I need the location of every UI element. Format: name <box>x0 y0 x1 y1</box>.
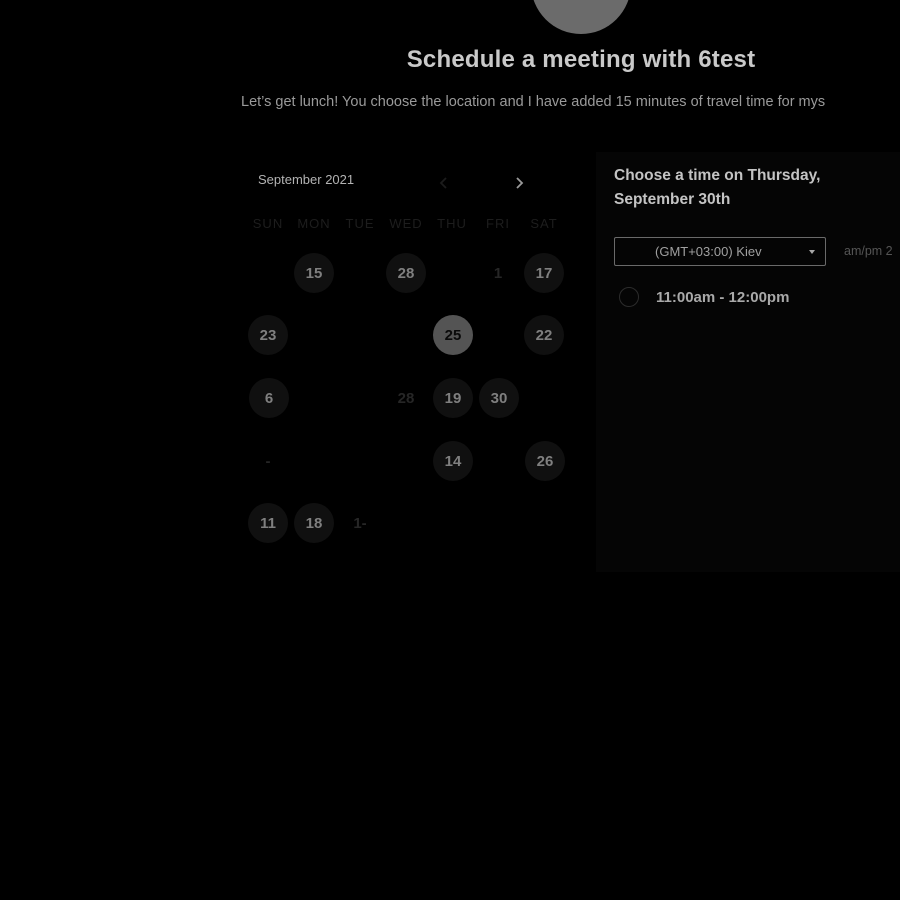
calendar-day[interactable]: 26 <box>525 441 565 481</box>
calendar-day[interactable]: 22 <box>524 315 564 355</box>
calendar-day[interactable]: 15 <box>294 253 334 293</box>
weekday-sun: SUN <box>252 216 284 231</box>
calendar-day: 28 <box>397 389 415 407</box>
weekday-tue: TUE <box>345 216 375 231</box>
calendar-day[interactable]: 19 <box>433 378 473 418</box>
calendar-day[interactable]: 6 <box>249 378 289 418</box>
timezone-value: (GMT+03:00) Kiev <box>655 244 762 259</box>
time-slot-radio[interactable] <box>619 287 639 307</box>
host-avatar <box>531 0 631 34</box>
time-slot-label[interactable]: 11:00am - 12:00pm <box>656 289 789 306</box>
meeting-description: Let’s get lunch! You choose the location… <box>241 94 826 110</box>
timezone-select[interactable]: (GMT+03:00) Kiev <box>614 237 826 266</box>
calendar-day[interactable]: 23 <box>248 315 288 355</box>
calendar-day-selected[interactable]: 25 <box>433 315 473 355</box>
calendar-month-label: September 2021 <box>258 172 355 187</box>
weekday-thu: THU <box>437 216 467 231</box>
chevron-right-icon[interactable] <box>511 175 527 191</box>
time-slots-panel <box>596 152 900 572</box>
calendar-day[interactable]: 18 <box>294 503 334 543</box>
weekday-wed: WED <box>389 216 423 231</box>
calendar-day[interactable]: 30 <box>479 378 519 418</box>
calendar-day[interactable]: 28 <box>386 253 426 293</box>
calendar-day[interactable]: 14 <box>433 441 473 481</box>
calendar-day[interactable]: 11 <box>248 503 288 543</box>
time-slots-heading: Choose a time on Thursday, September 30t… <box>614 167 821 208</box>
page-title: Schedule a meeting with 6test <box>406 46 756 73</box>
chevron-left-icon[interactable] <box>436 175 452 191</box>
calendar-day: 1- <box>353 514 367 532</box>
calendar-day: - <box>265 452 271 470</box>
calendar-day: 1 <box>493 264 503 282</box>
calendar-day[interactable]: 17 <box>524 253 564 293</box>
weekday-sat: SAT <box>530 216 558 231</box>
time-format-toggle[interactable]: am/pm 2 <box>844 244 893 258</box>
weekday-fri: FRI <box>486 216 510 231</box>
weekday-mon: MON <box>297 216 331 231</box>
caret-down-icon <box>809 250 815 254</box>
